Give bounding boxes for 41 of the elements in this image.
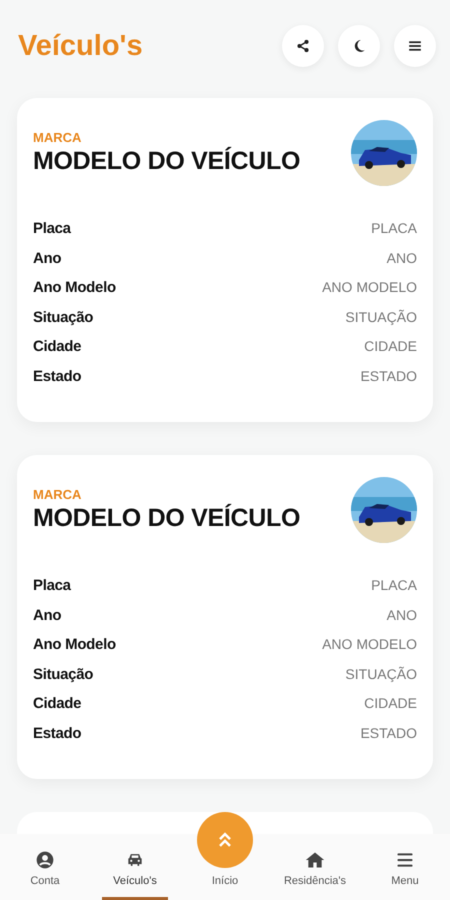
- field-value: CIDADE: [364, 338, 417, 354]
- field-label: Situação: [33, 308, 94, 326]
- field-label: Cidade: [33, 695, 82, 712]
- field-value: ESTADO: [360, 724, 417, 740]
- share-button[interactable]: [282, 25, 324, 67]
- share-icon: [296, 39, 310, 53]
- field-label: Ano: [33, 606, 62, 624]
- vehicle-model: MODELO DO VEÍCULO: [33, 504, 300, 533]
- field-label: Ano Modelo: [33, 279, 116, 296]
- nav-item[interactable]: Residência's: [282, 850, 348, 900]
- field-label: Cidade: [33, 338, 82, 355]
- field-value: ANO MODELO: [322, 636, 417, 652]
- nav-item[interactable]: Conta: [12, 850, 78, 900]
- field-value: ANO: [386, 606, 417, 622]
- field-label: Estado: [33, 368, 82, 384]
- field-value: CIDADE: [364, 695, 417, 711]
- page-title: Veículo's: [18, 30, 143, 62]
- vehicle-brand: MARCA: [33, 487, 82, 502]
- field-value: ESTADO: [360, 368, 417, 384]
- account-icon: [35, 850, 55, 870]
- moon-icon: [352, 39, 366, 53]
- field-label: Ano Modelo: [33, 636, 116, 653]
- field-label: Ano: [33, 250, 62, 266]
- nav-item[interactable]: Menu: [372, 850, 438, 900]
- menu-icon: [408, 39, 422, 53]
- nav-item[interactable]: Início: [192, 812, 258, 900]
- field-value: PLACA: [371, 220, 417, 236]
- field-label: Placa: [33, 577, 71, 594]
- field-label: Placa: [33, 220, 71, 237]
- field-value: ANO: [386, 250, 417, 266]
- vehicle-brand: MARCA: [33, 130, 82, 145]
- vehicle-model: MODELO DO VEÍCULO: [33, 147, 300, 176]
- field-label: Situação: [33, 666, 94, 682]
- field-label: Estado: [33, 724, 82, 742]
- field-value: ANO MODELO: [322, 279, 417, 295]
- field-value: SITUAÇÃO: [345, 308, 417, 324]
- field-value: PLACA: [371, 577, 417, 593]
- house-icon: [305, 850, 325, 870]
- menu-button[interactable]: [394, 25, 436, 67]
- nav-item[interactable]: Veículo's: [102, 850, 168, 900]
- field-value: SITUAÇÃO: [345, 666, 417, 682]
